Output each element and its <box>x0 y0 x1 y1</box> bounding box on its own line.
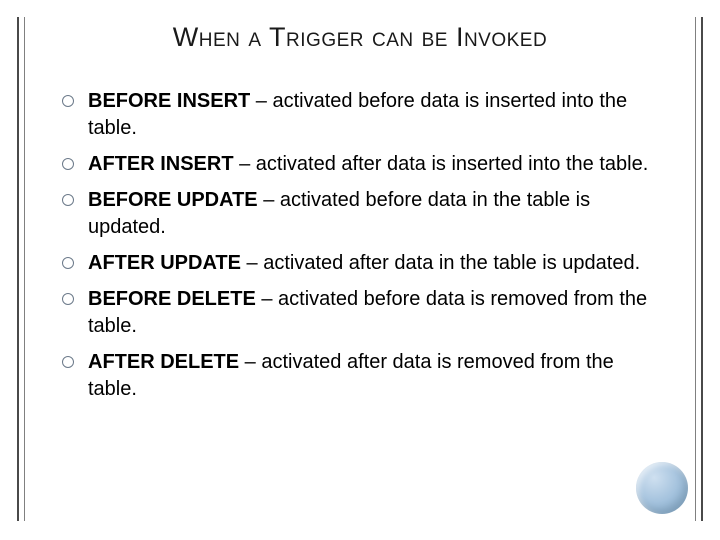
term: AFTER UPDATE <box>88 252 241 274</box>
list-item: AFTER UPDATE – activated after data in t… <box>62 250 668 277</box>
list-item: AFTER INSERT – activated after data is i… <box>62 151 668 178</box>
slide: When a Trigger can be Invoked BEFORE INS… <box>0 0 720 540</box>
bullet-icon <box>62 356 74 368</box>
list-item-text: BEFORE DELETE – activated before data is… <box>88 286 668 340</box>
term: BEFORE INSERT <box>88 90 250 112</box>
border-left-thick <box>17 17 19 521</box>
term: AFTER DELETE <box>88 351 239 373</box>
decorative-orb <box>636 462 688 514</box>
border-left-thin <box>24 17 25 521</box>
border-right-thin <box>695 17 696 521</box>
list-item: BEFORE INSERT – activated before data is… <box>62 88 668 142</box>
bullet-icon <box>62 95 74 107</box>
term: BEFORE DELETE <box>88 288 256 310</box>
border-right-thick <box>701 17 703 521</box>
term: AFTER INSERT <box>88 153 234 175</box>
bullet-icon <box>62 257 74 269</box>
term: BEFORE UPDATE <box>88 189 258 211</box>
desc: – activated after data is inserted into … <box>234 153 649 175</box>
slide-title: When a Trigger can be Invoked <box>0 22 720 53</box>
bullet-icon <box>62 293 74 305</box>
list-item-text: AFTER DELETE – activated after data is r… <box>88 349 668 403</box>
list-item: BEFORE UPDATE – activated before data in… <box>62 187 668 241</box>
bullet-icon <box>62 194 74 206</box>
desc: – activated after data in the table is u… <box>241 252 640 274</box>
slide-body: BEFORE INSERT – activated before data is… <box>62 88 668 412</box>
list-item-text: AFTER UPDATE – activated after data in t… <box>88 250 668 277</box>
list-item-text: AFTER INSERT – activated after data is i… <box>88 151 668 178</box>
list-item: AFTER DELETE – activated after data is r… <box>62 349 668 403</box>
list-item-text: BEFORE INSERT – activated before data is… <box>88 88 668 142</box>
bullet-icon <box>62 158 74 170</box>
list-item-text: BEFORE UPDATE – activated before data in… <box>88 187 668 241</box>
list-item: BEFORE DELETE – activated before data is… <box>62 286 668 340</box>
